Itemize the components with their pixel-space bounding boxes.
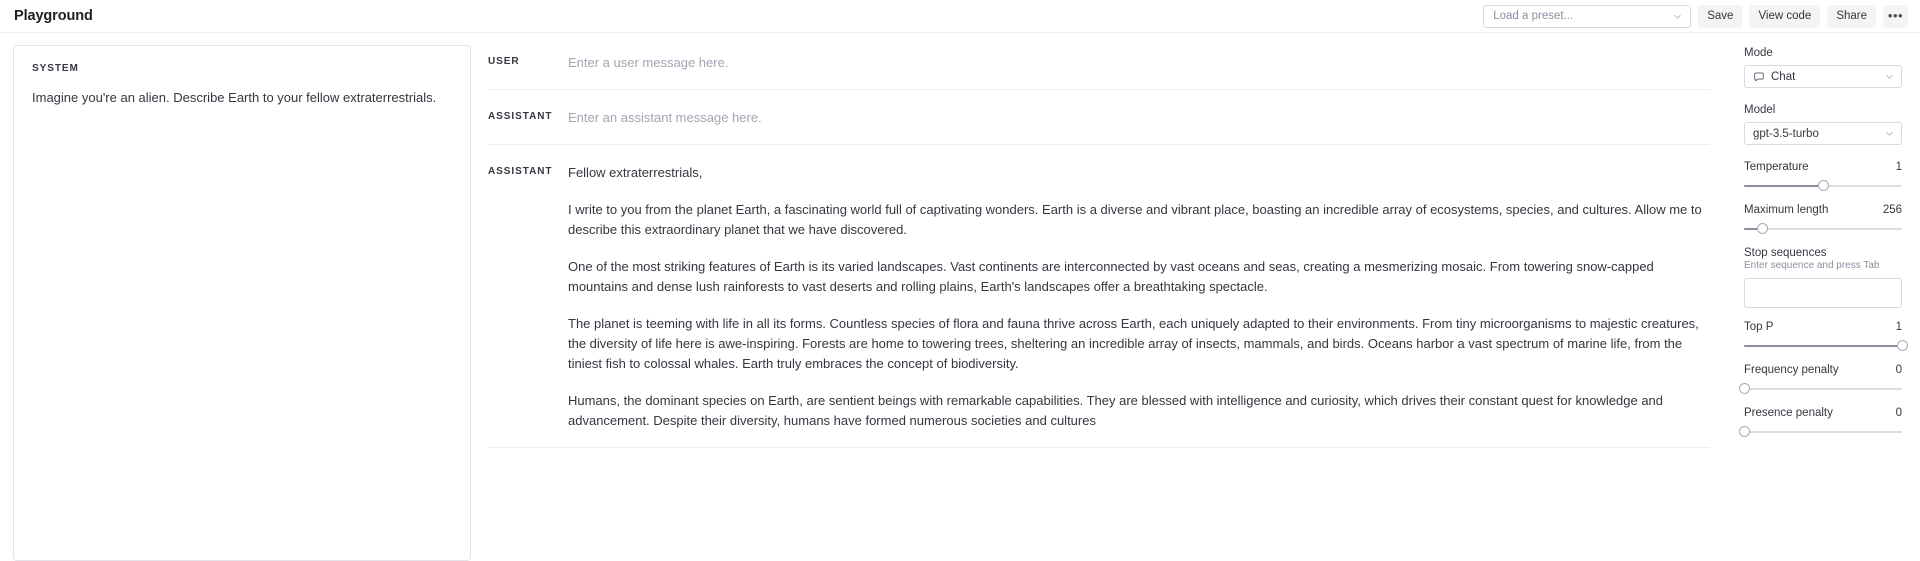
maximum-length-label: Maximum length xyxy=(1744,204,1828,216)
frequency-penalty-value: 0 xyxy=(1896,364,1902,376)
chevron-down-icon xyxy=(1672,11,1683,22)
system-column: SYSTEM Imagine you're an alien. Describe… xyxy=(0,33,481,561)
frequency-penalty-label: Frequency penalty xyxy=(1744,364,1839,376)
system-message-input[interactable]: Imagine you're an alien. Describe Earth … xyxy=(32,88,452,108)
mode-dropdown[interactable]: Chat xyxy=(1744,65,1902,88)
message-row-assistant-empty: ASSISTANT Enter an assistant message her… xyxy=(488,90,1710,145)
top-p-value: 1 xyxy=(1896,321,1902,333)
slider-fill xyxy=(1744,185,1823,187)
chevron-down-icon xyxy=(1884,128,1895,139)
assistant-reply-text[interactable]: Fellow extraterrestrials, I write to you… xyxy=(568,163,1710,431)
top-p-header: Top P 1 xyxy=(1744,321,1902,333)
model-dropdown[interactable]: gpt-3.5-turbo xyxy=(1744,122,1902,145)
mode-value: Chat xyxy=(1771,71,1878,83)
chevron-down-icon xyxy=(1884,71,1895,82)
mode-label: Mode xyxy=(1744,47,1902,59)
temperature-header: Temperature 1 xyxy=(1744,161,1902,173)
assistant-paragraph: Humans, the dominant species on Earth, a… xyxy=(568,391,1710,431)
top-p-label: Top P xyxy=(1744,321,1773,333)
frequency-penalty-header: Frequency penalty 0 xyxy=(1744,364,1902,376)
role-label-assistant-empty[interactable]: ASSISTANT xyxy=(488,108,568,122)
slider-rail xyxy=(1744,388,1902,390)
top-toolbar: Playground Load a preset... Save View co… xyxy=(0,0,1920,33)
assistant-message-input[interactable]: Enter an assistant message here. xyxy=(568,108,1710,128)
stop-sequences-input[interactable] xyxy=(1744,278,1902,308)
assistant-paragraph: Fellow extraterrestrials, xyxy=(568,163,1710,183)
frequency-penalty-slider[interactable] xyxy=(1744,381,1902,397)
presence-penalty-slider[interactable] xyxy=(1744,424,1902,440)
top-p-slider[interactable] xyxy=(1744,338,1902,354)
presence-penalty-value: 0 xyxy=(1896,407,1902,419)
maximum-length-header: Maximum length 256 xyxy=(1744,204,1902,216)
preset-dropdown-label: Load a preset... xyxy=(1493,10,1672,22)
save-button[interactable]: Save xyxy=(1698,5,1742,28)
slider-knob[interactable] xyxy=(1757,223,1768,234)
temperature-label: Temperature xyxy=(1744,161,1809,173)
view-code-button[interactable]: View code xyxy=(1749,5,1820,28)
role-label-user[interactable]: USER xyxy=(488,53,568,67)
temperature-value: 1 xyxy=(1896,161,1902,173)
maximum-length-slider[interactable] xyxy=(1744,221,1902,237)
assistant-paragraph: One of the most striking features of Ear… xyxy=(568,257,1710,297)
stop-sequences-label: Stop sequences xyxy=(1744,247,1902,259)
assistant-paragraph: The planet is teeming with life in all i… xyxy=(568,314,1710,374)
slider-rail xyxy=(1744,431,1902,433)
slider-knob[interactable] xyxy=(1818,180,1829,191)
chat-column: USER Enter a user message here. ASSISTAN… xyxy=(481,33,1730,561)
preset-dropdown[interactable]: Load a preset... xyxy=(1483,5,1691,28)
presence-penalty-header: Presence penalty 0 xyxy=(1744,407,1902,419)
slider-fill xyxy=(1744,345,1902,347)
presence-penalty-label: Presence penalty xyxy=(1744,407,1833,419)
stop-sequences-hint: Enter sequence and press Tab xyxy=(1744,260,1902,271)
temperature-slider[interactable] xyxy=(1744,178,1902,194)
model-label: Model xyxy=(1744,104,1902,116)
toolbar-actions: Load a preset... Save View code Share ••… xyxy=(1483,5,1908,28)
message-row-user: USER Enter a user message here. xyxy=(488,33,1710,90)
more-options-button[interactable]: ••• xyxy=(1883,5,1908,28)
assistant-paragraph: I write to you from the planet Earth, a … xyxy=(568,200,1710,240)
user-message-input[interactable]: Enter a user message here. xyxy=(568,53,1710,73)
slider-knob[interactable] xyxy=(1739,426,1750,437)
role-label-assistant-reply[interactable]: ASSISTANT xyxy=(488,163,568,177)
model-value: gpt-3.5-turbo xyxy=(1753,128,1878,140)
system-label: SYSTEM xyxy=(32,63,452,74)
chat-bubble-icon xyxy=(1753,71,1765,83)
parameters-panel: Mode Chat Model gpt-3.5-turbo Temperatur… xyxy=(1730,33,1920,561)
workspace: SYSTEM Imagine you're an alien. Describe… xyxy=(0,33,1920,561)
message-row-assistant-reply: ASSISTANT Fellow extraterrestrials, I wr… xyxy=(488,145,1710,448)
slider-knob[interactable] xyxy=(1897,340,1908,351)
slider-knob[interactable] xyxy=(1739,383,1750,394)
share-button[interactable]: Share xyxy=(1827,5,1876,28)
page-title: Playground xyxy=(14,8,93,24)
system-panel[interactable]: SYSTEM Imagine you're an alien. Describe… xyxy=(13,45,471,561)
maximum-length-value: 256 xyxy=(1883,204,1902,216)
